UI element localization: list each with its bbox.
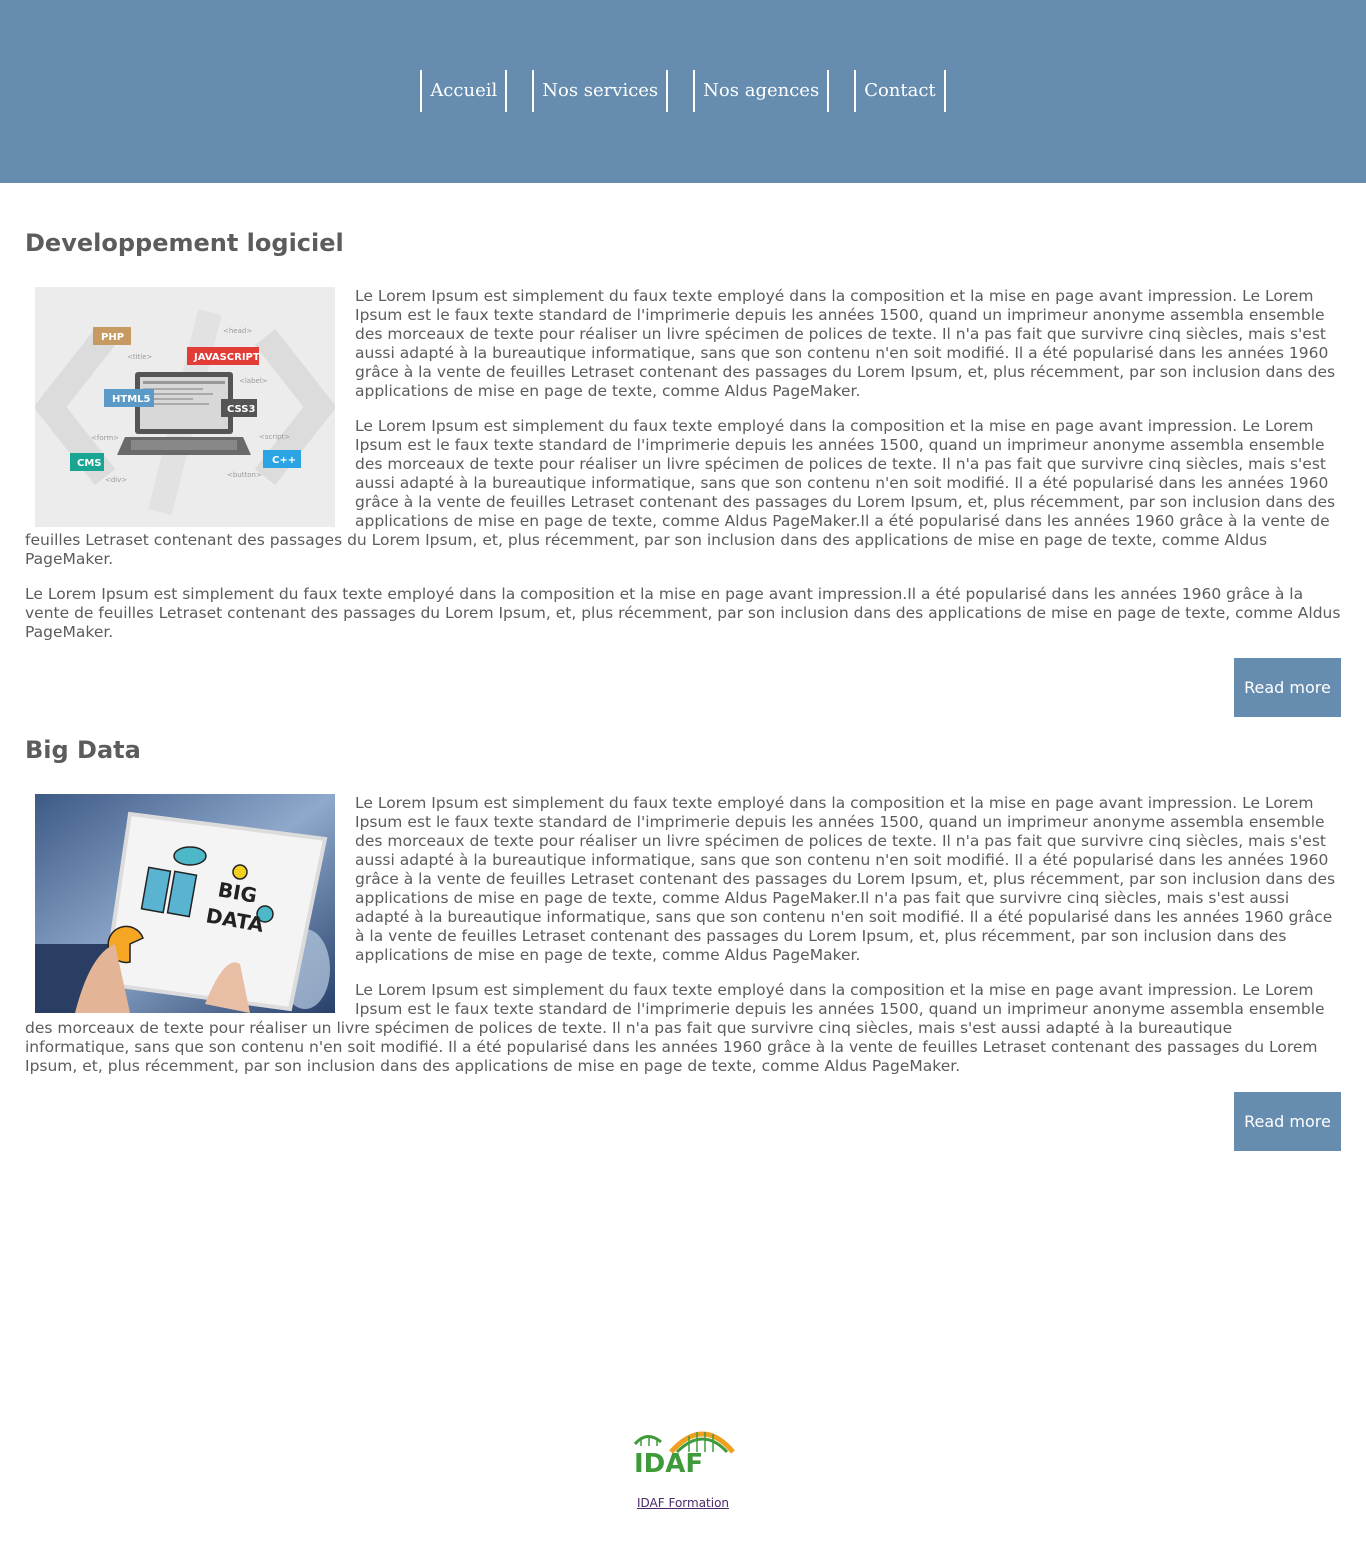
article-developpement-logiciel: Developpement logiciel PHP JAVASCRIPT HT… <box>25 183 1341 717</box>
main-content: Developpement logiciel PHP JAVASCRIPT HT… <box>0 183 1366 1151</box>
article-image-big-data: BIG DATA <box>35 794 335 1017</box>
article-title: Developpement logiciel <box>25 229 344 257</box>
nav-item-nos-agences[interactable]: Nos agences <box>693 70 830 112</box>
nav-item-contact[interactable]: Contact <box>854 70 946 112</box>
article-title: Big Data <box>25 736 141 764</box>
tag-script: <script> <box>259 433 290 441</box>
tag-php: PHP <box>101 332 124 343</box>
main-nav: Accueil Nos services Nos agences Contact <box>420 70 946 112</box>
site-header: Accueil Nos services Nos agences Contact <box>0 0 1366 183</box>
read-more-button[interactable]: Read more <box>1234 658 1341 717</box>
read-more-row: Read more <box>25 658 1341 717</box>
read-more-button[interactable]: Read more <box>1234 1092 1341 1151</box>
footer-link-idaf-formation[interactable]: IDAF Formation <box>637 1496 729 1510</box>
tag-div: <div> <box>105 476 127 484</box>
idaf-logo: IDAF <box>0 1420 1366 1482</box>
article-paragraph: Le Lorem Ipsum est simplement du faux te… <box>25 585 1341 641</box>
logo-wordmark: IDAF <box>634 1449 703 1478</box>
read-more-row: Read more <box>25 1092 1341 1151</box>
tag-label: <label> <box>239 377 268 385</box>
nav-item-accueil[interactable]: Accueil <box>420 70 508 112</box>
tag-html5: HTML5 <box>112 394 151 405</box>
tag-javascript: JAVASCRIPT <box>193 352 260 363</box>
article-image-software-development: PHP JAVASCRIPT HTML5 CSS3 CMS C++ <head>… <box>33 287 337 531</box>
tag-cms: CMS <box>77 458 102 469</box>
tag-title: <title> <box>127 353 153 361</box>
tag-button: <button> <box>227 471 262 479</box>
site-footer: IDAF IDAF Formation <box>0 1420 1366 1511</box>
tag-form: <form> <box>91 434 119 442</box>
tag-css3: CSS3 <box>227 404 255 415</box>
nav-item-nos-services[interactable]: Nos services <box>532 70 669 112</box>
tag-cpp: C++ <box>272 455 296 466</box>
tag-head: <head> <box>223 327 252 335</box>
article-big-data: Big Data BIG DATA Le Lorem Ipsum est sim… <box>25 717 1341 1151</box>
